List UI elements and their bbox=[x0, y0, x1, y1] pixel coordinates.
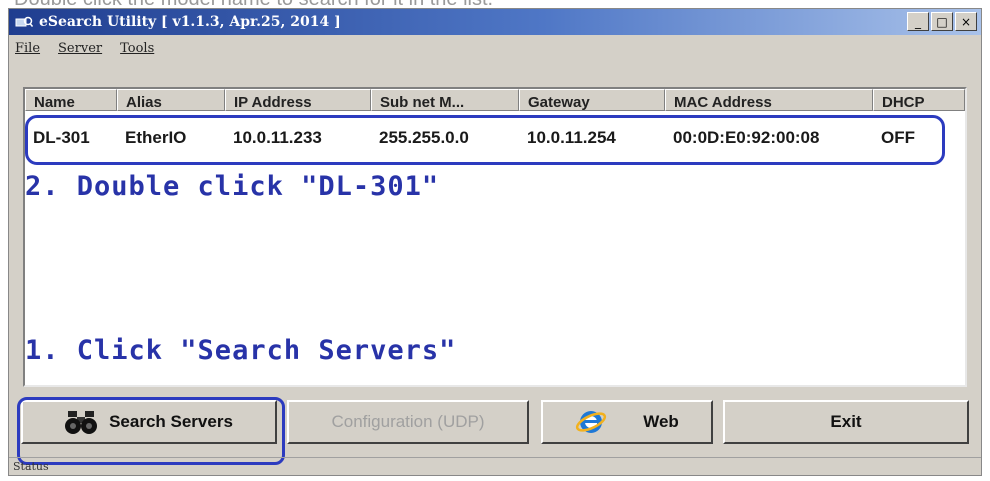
menu-bar: File Server Tools bbox=[9, 35, 981, 61]
column-header-alias[interactable]: Alias bbox=[117, 89, 225, 111]
cell-name: DL-301 bbox=[33, 128, 90, 147]
cell-subnet-mask: 255.255.0.0 bbox=[379, 128, 469, 147]
ie-browser-icon bbox=[575, 407, 607, 437]
column-header-ip-address[interactable]: IP Address bbox=[225, 89, 371, 111]
esearch-window: eSearch Utility [ v1.1.3, Apr.25, 2014 ]… bbox=[8, 8, 982, 476]
status-bar: Status bbox=[9, 457, 981, 475]
exit-button[interactable]: Exit bbox=[723, 400, 969, 444]
cell-gateway: 10.0.11.254 bbox=[527, 128, 616, 147]
configuration-udp-button[interactable]: Configuration (UDP) bbox=[287, 400, 529, 444]
maximize-button[interactable]: □ bbox=[931, 12, 953, 31]
cell-alias: EtherIO bbox=[125, 128, 187, 147]
configuration-udp-label: Configuration (UDP) bbox=[331, 412, 485, 431]
search-servers-button[interactable]: Search Servers bbox=[21, 400, 277, 444]
web-button[interactable]: Web bbox=[541, 400, 713, 444]
column-header-name[interactable]: Name bbox=[25, 89, 117, 111]
binoculars-icon bbox=[65, 407, 98, 437]
web-label: Web bbox=[643, 412, 679, 431]
annotation-step-2: 2. Double click "DL-301" bbox=[25, 171, 440, 202]
cell-mac-address: 00:0D:E0:92:00:08 bbox=[673, 128, 820, 147]
annotation-step-1: 1. Click "Search Servers" bbox=[25, 335, 457, 366]
column-header-subnet-mask[interactable]: Sub net M... bbox=[371, 89, 519, 111]
column-header-dhcp[interactable]: DHCP bbox=[873, 89, 965, 111]
minimize-button[interactable]: _ bbox=[907, 12, 929, 31]
table-row[interactable]: DL-301 EtherIO 10.0.11.233 255.255.0.0 1… bbox=[25, 119, 965, 157]
menu-file[interactable]: File bbox=[15, 41, 40, 56]
cell-ip-address: 10.0.11.233 bbox=[233, 128, 322, 147]
menu-tools[interactable]: Tools bbox=[120, 41, 154, 56]
cell-dhcp: OFF bbox=[881, 128, 915, 147]
column-header-mac-address[interactable]: MAC Address bbox=[665, 89, 873, 111]
list-header: Name Alias IP Address Sub net M... Gatew… bbox=[25, 89, 965, 111]
window-title: eSearch Utility [ v1.1.3, Apr.25, 2014 ] bbox=[39, 14, 341, 30]
button-bar: Search Servers Configuration (UDP) Web E… bbox=[9, 392, 981, 452]
title-bar[interactable]: eSearch Utility [ v1.1.3, Apr.25, 2014 ]… bbox=[9, 9, 981, 35]
app-icon bbox=[15, 15, 35, 29]
exit-label: Exit bbox=[830, 412, 862, 431]
close-button[interactable]: × bbox=[955, 12, 977, 31]
column-header-gateway[interactable]: Gateway bbox=[519, 89, 665, 111]
search-servers-label: Search Servers bbox=[109, 412, 233, 431]
menu-server[interactable]: Server bbox=[58, 41, 102, 56]
